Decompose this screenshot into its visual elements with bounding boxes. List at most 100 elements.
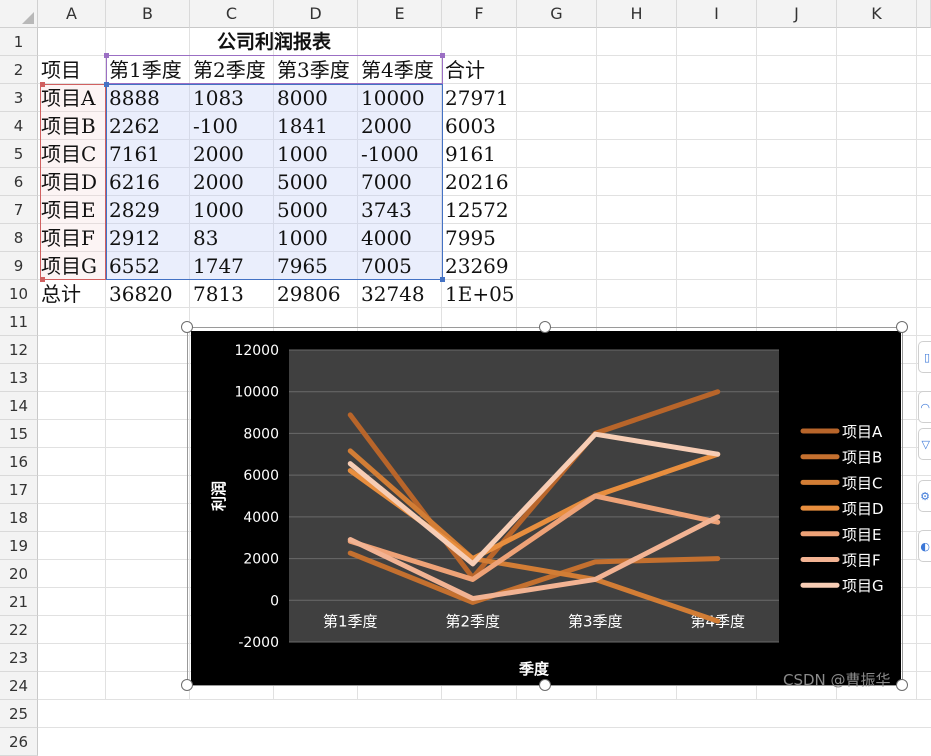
row-header-25[interactable]: 25 <box>0 700 38 728</box>
chart-resize-handle[interactable] <box>181 321 193 333</box>
report-title[interactable]: 公司利润报表 <box>106 28 442 56</box>
cell-a5[interactable]: 项目C <box>38 140 96 168</box>
cell-b2[interactable]: 第1季度 <box>106 56 182 84</box>
cell-e5[interactable]: -1000 <box>358 140 419 168</box>
cell-e2[interactable]: 第4季度 <box>358 56 434 84</box>
row-header-3[interactable]: 3 <box>0 84 38 112</box>
column-header-i[interactable]: I <box>677 0 757 28</box>
cell-b8[interactable]: 2912 <box>106 224 160 252</box>
range-corner-handle[interactable] <box>40 277 45 282</box>
row-header-4[interactable]: 4 <box>0 112 38 140</box>
chart-elements-icon[interactable]: ▯ <box>918 341 931 373</box>
row-header-14[interactable]: 14 <box>0 392 38 420</box>
row-header-18[interactable]: 18 <box>0 504 38 532</box>
row-header-8[interactable]: 8 <box>0 224 38 252</box>
column-header-j[interactable]: J <box>757 0 837 28</box>
chart-resize-handle[interactable] <box>896 679 908 691</box>
column-header-d[interactable]: D <box>274 0 358 28</box>
cell-b4[interactable]: 2262 <box>106 112 160 140</box>
cell-b3[interactable]: 8888 <box>106 84 160 112</box>
cell-a10[interactable]: 总计 <box>38 280 81 308</box>
chart-resize-handle[interactable] <box>896 321 908 333</box>
row-header-11[interactable]: 11 <box>0 308 38 336</box>
cell-c5[interactable]: 2000 <box>190 140 244 168</box>
cell-f3[interactable]: 27971 <box>442 84 509 112</box>
row-header-26[interactable]: 26 <box>0 728 38 756</box>
cell-d9[interactable]: 7965 <box>274 252 328 280</box>
cell-d7[interactable]: 5000 <box>274 196 328 224</box>
cell-b7[interactable]: 2829 <box>106 196 160 224</box>
cell-c8[interactable]: 83 <box>190 224 218 252</box>
row-header-19[interactable]: 19 <box>0 532 38 560</box>
chart-resize-handle[interactable] <box>539 679 551 691</box>
cell-e6[interactable]: 7000 <box>358 168 412 196</box>
row-header-17[interactable]: 17 <box>0 476 38 504</box>
chart-filters-icon[interactable]: ▽ <box>918 428 931 460</box>
cell-c2[interactable]: 第2季度 <box>190 56 266 84</box>
cell-a3[interactable]: 项目A <box>38 84 95 112</box>
range-corner-handle[interactable] <box>40 82 45 87</box>
cell-f5[interactable]: 9161 <box>442 140 496 168</box>
cell-e4[interactable]: 2000 <box>358 112 412 140</box>
cell-c3[interactable]: 1083 <box>190 84 244 112</box>
cell-f10[interactable]: 1E+05 <box>442 280 515 308</box>
column-header-e[interactable]: E <box>358 0 442 28</box>
cell-a7[interactable]: 项目E <box>38 196 96 224</box>
cell-c6[interactable]: 2000 <box>190 168 244 196</box>
cell-e7[interactable]: 3743 <box>358 196 412 224</box>
cell-c10[interactable]: 7813 <box>190 280 244 308</box>
chart-resize-handle[interactable] <box>539 321 551 333</box>
chart-styles-icon[interactable]: ◠ <box>918 391 931 423</box>
chart-settings-icon[interactable]: ⚙ <box>918 480 931 512</box>
row-header-12[interactable]: 12 <box>0 336 38 364</box>
cell-f2[interactable]: 合计 <box>442 56 485 84</box>
row-header-6[interactable]: 6 <box>0 168 38 196</box>
cell-b6[interactable]: 6216 <box>106 168 160 196</box>
cell-c9[interactable]: 1747 <box>190 252 244 280</box>
cell-c4[interactable]: -100 <box>190 112 238 140</box>
column-header-g[interactable]: G <box>517 0 597 28</box>
cell-d10[interactable]: 29806 <box>274 280 341 308</box>
cell-f9[interactable]: 23269 <box>442 252 509 280</box>
column-header-b[interactable]: B <box>106 0 190 28</box>
chart-resize-handle[interactable] <box>181 679 193 691</box>
row-header-15[interactable]: 15 <box>0 420 38 448</box>
row-header-24[interactable]: 24 <box>0 672 38 700</box>
cell-c7[interactable]: 1000 <box>190 196 244 224</box>
row-header-1[interactable]: 1 <box>0 28 38 56</box>
row-header-7[interactable]: 7 <box>0 196 38 224</box>
cell-d2[interactable]: 第3季度 <box>274 56 350 84</box>
row-header-13[interactable]: 13 <box>0 364 38 392</box>
cell-a6[interactable]: 项目D <box>38 168 97 196</box>
cell-f8[interactable]: 7995 <box>442 224 496 252</box>
cell-b5[interactable]: 7161 <box>106 140 160 168</box>
column-header-c[interactable]: C <box>190 0 274 28</box>
column-header-k[interactable]: K <box>837 0 917 28</box>
cell-a4[interactable]: 项目B <box>38 112 96 140</box>
row-header-21[interactable]: 21 <box>0 588 38 616</box>
column-header-f[interactable]: F <box>442 0 517 28</box>
row-header-16[interactable]: 16 <box>0 448 38 476</box>
column-header-a[interactable]: A <box>38 0 106 28</box>
cell-e8[interactable]: 4000 <box>358 224 412 252</box>
cell-d8[interactable]: 1000 <box>274 224 328 252</box>
range-corner-handle[interactable] <box>440 53 445 58</box>
row-header-22[interactable]: 22 <box>0 616 38 644</box>
cell-a2[interactable]: 项目 <box>38 56 81 84</box>
cell-a8[interactable]: 项目F <box>38 224 95 252</box>
cell-a9[interactable]: 项目G <box>38 252 97 280</box>
cell-d5[interactable]: 1000 <box>274 140 328 168</box>
cell-d4[interactable]: 1841 <box>274 112 328 140</box>
cell-f4[interactable]: 6003 <box>442 112 496 140</box>
row-header-9[interactable]: 9 <box>0 252 38 280</box>
row-header-23[interactable]: 23 <box>0 644 38 672</box>
row-header-2[interactable]: 2 <box>0 56 38 84</box>
profit-line-chart[interactable]: 12000 10000 8000 6000 4000 2000 0 -2000 第1季度 第2季度… <box>191 331 901 686</box>
cell-f7[interactable]: 12572 <box>442 196 509 224</box>
cell-b9[interactable]: 6552 <box>106 252 160 280</box>
cell-e10[interactable]: 32748 <box>358 280 425 308</box>
cell-e3[interactable]: 10000 <box>358 84 425 112</box>
row-header-20[interactable]: 20 <box>0 560 38 588</box>
select-all-corner[interactable] <box>0 0 38 28</box>
column-header-h[interactable]: H <box>597 0 677 28</box>
